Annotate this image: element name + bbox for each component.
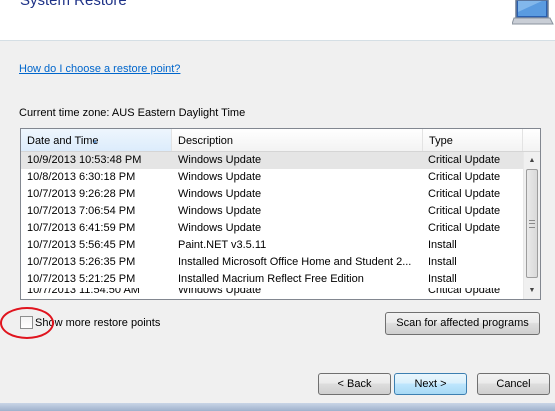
cell-type: Critical Update [428,154,501,166]
scroll-down-icon[interactable]: ▼ [524,282,540,299]
table-row[interactable]: 10/7/2013 9:26:28 PM Windows Update Crit… [21,186,523,203]
cell-date: 10/7/2013 6:41:59 PM [27,222,136,234]
list-rows: 10/9/2013 10:53:48 PM Windows Update Cri… [21,152,523,298]
column-header-description[interactable]: Description [172,129,423,151]
cell-type: Critical Update [428,288,501,296]
scroll-up-icon[interactable]: ▲ [524,152,540,169]
cell-description: Windows Update [178,154,262,166]
scroll-thumb[interactable] [526,169,538,278]
page-title: System Restore [20,0,127,9]
table-row[interactable]: 10/7/2013 5:56:45 PM Paint.NET v3.5.11 I… [21,237,523,254]
cell-date: 10/7/2013 11:54:50 AM [27,288,140,296]
window-border [0,403,555,411]
column-header-type[interactable]: Type [423,129,523,151]
column-header-date[interactable]: Date and Time ▲ [21,129,172,151]
cell-description: Paint.NET v3.5.11 [178,239,267,251]
column-header-type-label: Type [429,135,453,147]
cell-type: Critical Update [428,188,501,200]
cell-description: Installed Macrium Reflect Free Edition [178,273,364,285]
list-scrollbar[interactable]: ▲ ▼ [523,152,540,299]
column-header-description-label: Description [178,135,234,147]
header-area: System Restore [0,0,555,41]
cell-description: Windows Update [178,288,262,296]
cancel-button[interactable]: Cancel [477,373,550,395]
help-link[interactable]: How do I choose a restore point? [19,63,180,75]
cell-description: Installed Microsoft Office Home and Stud… [178,256,412,268]
timezone-label: Current time zone: AUS Eastern Daylight … [19,107,246,119]
cell-date: 10/7/2013 5:56:45 PM [27,239,136,251]
table-row[interactable]: 10/7/2013 5:21:25 PM Installed Macrium R… [21,271,523,288]
cell-type: Install [428,273,457,285]
cell-date: 10/7/2013 9:26:28 PM [27,188,136,200]
table-row[interactable]: 10/7/2013 5:26:35 PM Installed Microsoft… [21,254,523,271]
restore-point-list[interactable]: Date and Time ▲ Description Type 10/9/20… [20,128,541,300]
column-header-date-label: Date and Time [27,135,99,147]
cell-description: Windows Update [178,222,262,234]
cell-date: 10/7/2013 7:06:54 PM [27,205,136,217]
highlight-annotation [0,307,54,339]
cell-type: Critical Update [428,171,501,183]
cell-date: 10/8/2013 6:30:18 PM [27,171,136,183]
cell-type: Install [428,239,457,251]
monitor-icon [512,0,554,25]
cell-description: Windows Update [178,188,262,200]
cell-description: Windows Update [178,171,262,183]
table-row[interactable]: 10/9/2013 10:53:48 PM Windows Update Cri… [21,152,523,169]
table-row[interactable]: 10/8/2013 6:30:18 PM Windows Update Crit… [21,169,523,186]
table-row[interactable]: 10/7/2013 6:41:59 PM Windows Update Crit… [21,220,523,237]
cell-type: Install [428,256,457,268]
cell-date: 10/7/2013 5:21:25 PM [27,273,136,285]
cell-type: Critical Update [428,222,501,234]
content-area: How do I choose a restore point? Current… [0,41,555,361]
cell-description: Windows Update [178,205,262,217]
grip-icon [529,220,535,228]
scan-affected-programs-button[interactable]: Scan for affected programs [385,312,540,335]
cell-date: 10/9/2013 10:53:48 PM [27,154,142,166]
back-button[interactable]: < Back [318,373,391,395]
table-row[interactable]: 10/7/2013 7:06:54 PM Windows Update Crit… [21,203,523,220]
next-button[interactable]: Next > [394,373,467,395]
cell-type: Critical Update [428,205,501,217]
table-row[interactable]: 10/7/2013 11:54:50 AM Windows Update Cri… [21,288,523,298]
list-header: Date and Time ▲ Description Type [21,129,540,152]
cell-date: 10/7/2013 5:26:35 PM [27,256,136,268]
dialog-footer: < Back Next > Cancel [0,361,555,403]
